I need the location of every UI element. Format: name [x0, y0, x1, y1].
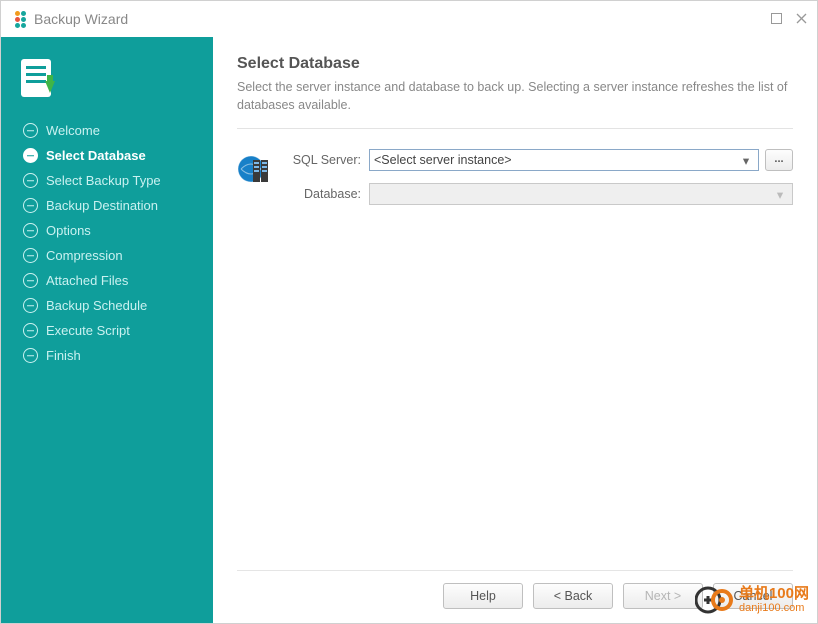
step-icon	[23, 248, 38, 263]
content-area: Select Database Select the server instan…	[213, 37, 817, 623]
browse-server-button[interactable]: ...	[765, 149, 793, 171]
back-button[interactable]: < Back	[533, 583, 613, 609]
sidebar-item-label: Attached Files	[46, 273, 128, 288]
wizard-footer: Help < Back Next > Cancel	[237, 570, 793, 609]
sidebar-item-label: Execute Script	[46, 323, 130, 338]
step-icon	[23, 298, 38, 313]
sidebar-item-label: Backup Destination	[46, 198, 158, 213]
sidebar-item-label: Finish	[46, 348, 81, 363]
cancel-button[interactable]: Cancel	[713, 583, 793, 609]
step-icon	[23, 223, 38, 238]
app-logo-icon	[15, 11, 26, 28]
sidebar-item-select-backup-type[interactable]: Select Backup Type	[1, 168, 213, 193]
chevron-down-icon: ▾	[772, 187, 788, 202]
help-button[interactable]: Help	[443, 583, 523, 609]
sidebar-item-options[interactable]: Options	[1, 218, 213, 243]
wizard-sidebar: Welcome Select Database Select Backup Ty…	[1, 37, 213, 623]
page-heading: Select Database	[237, 55, 793, 73]
divider	[237, 128, 793, 129]
step-icon	[23, 148, 38, 163]
sidebar-item-label: Options	[46, 223, 91, 238]
step-icon	[23, 323, 38, 338]
maximize-icon[interactable]	[771, 12, 782, 27]
step-icon	[23, 273, 38, 288]
step-icon	[23, 173, 38, 188]
backup-doc-icon	[15, 55, 213, 104]
sql-server-combo[interactable]: <Select server instance> ▾	[369, 149, 759, 171]
sidebar-item-backup-schedule[interactable]: Backup Schedule	[1, 293, 213, 318]
step-icon	[23, 198, 38, 213]
sql-server-value: <Select server instance>	[374, 153, 512, 167]
sidebar-item-select-database[interactable]: Select Database	[1, 143, 213, 168]
sidebar-item-finish[interactable]: Finish	[1, 343, 213, 368]
window-title: Backup Wizard	[34, 11, 128, 27]
sql-server-label: SQL Server:	[287, 153, 361, 167]
page-subtitle: Select the server instance and database …	[237, 79, 793, 114]
database-combo: ▾	[369, 183, 793, 205]
sidebar-item-compression[interactable]: Compression	[1, 243, 213, 268]
title-bar: Backup Wizard	[1, 1, 817, 37]
chevron-down-icon: ▾	[738, 153, 754, 168]
next-button: Next >	[623, 583, 703, 609]
database-label: Database:	[287, 187, 361, 201]
step-icon	[23, 348, 38, 363]
sidebar-item-execute-script[interactable]: Execute Script	[1, 318, 213, 343]
database-server-icon	[237, 151, 273, 217]
sidebar-item-label: Select Database	[46, 148, 146, 163]
sidebar-item-label: Compression	[46, 248, 123, 263]
step-icon	[23, 123, 38, 138]
sidebar-item-label: Select Backup Type	[46, 173, 161, 188]
sidebar-item-label: Welcome	[46, 123, 100, 138]
sidebar-item-label: Backup Schedule	[46, 298, 147, 313]
sidebar-item-backup-destination[interactable]: Backup Destination	[1, 193, 213, 218]
sidebar-item-welcome[interactable]: Welcome	[1, 118, 213, 143]
sidebar-item-attached-files[interactable]: Attached Files	[1, 268, 213, 293]
close-icon[interactable]	[796, 12, 807, 27]
